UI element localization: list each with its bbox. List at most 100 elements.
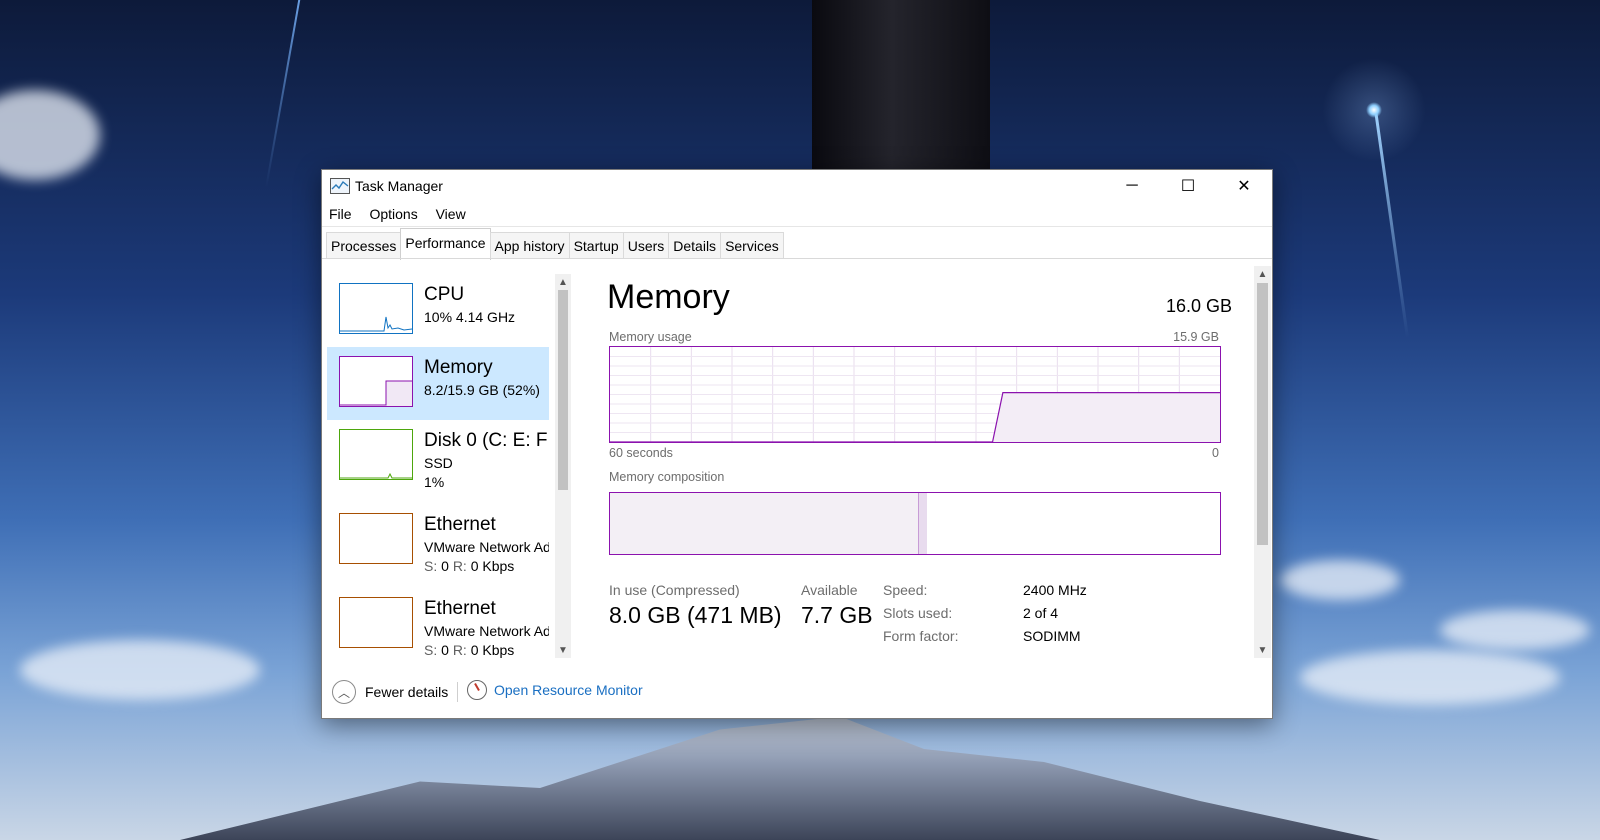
ethernet-mini-graph [339,597,413,648]
menu-bar: File Options View [322,202,1272,227]
close-button[interactable]: ✕ [1216,170,1272,202]
tab-performance[interactable]: Performance [400,228,491,260]
resource-list: CPU 10% 4.14 GHz Memory 8.2/15.9 GB (52%… [327,274,549,658]
form-factor-label: Form factor: [883,628,959,644]
resource-detail: 8.2/15.9 GB (52%) [424,382,540,398]
tab-divider [322,258,1272,259]
send-label: S: [424,558,438,574]
menu-file[interactable]: File [322,202,359,222]
memory-usage-max: 15.9 GB [1173,330,1219,344]
tab-users[interactable]: Users [622,232,670,259]
composition-standby[interactable] [927,493,1166,554]
disk-mini-graph [339,429,413,480]
resource-name: Disk 0 (C: E: F:) [424,430,549,451]
form-factor-value: SODIMM [1023,628,1081,644]
memory-composition-label: Memory composition [609,470,725,484]
resource-detail: 1% [424,474,445,490]
ethernet-mini-graph [339,513,413,564]
resource-detail: 10% 4.14 GHz [424,309,516,325]
memory-usage-area [610,392,1220,442]
slots-used-value: 2 of 4 [1023,605,1059,621]
tab-details[interactable]: Details [668,232,722,259]
resource-monitor-icon [467,680,487,700]
resource-name: Ethernet [424,598,496,619]
resource-list-scrollbar[interactable]: ▲ ▼ [555,274,571,658]
resource-throughput: S: 0 R: 0 Kbps [424,558,514,574]
memory-usage-label: Memory usage [609,330,692,344]
memory-usage-chart [609,346,1221,443]
wallpaper-cloud [1440,610,1590,650]
receive-value: 0 Kbps [470,642,515,658]
open-resource-monitor-link[interactable]: Open Resource Monitor [467,680,643,700]
memory-total: 16.0 GB [1165,296,1232,316]
tab-processes[interactable]: Processes [326,232,402,259]
memory-usage-graph [610,347,1220,442]
scroll-down-icon[interactable]: ▼ [555,642,571,658]
open-resource-monitor-label: Open Resource Monitor [494,682,643,698]
resource-name: Ethernet [424,514,496,535]
tab-startup[interactable]: Startup [568,232,624,259]
speed-label: Speed: [883,582,928,598]
in-use-label: In use (Compressed) [609,582,740,598]
tab-strip: Processes Performance App history Startu… [326,228,784,260]
title-bar[interactable]: Task Manager ─ ☐ ✕ [322,170,1272,202]
receive-value: 0 Kbps [470,558,515,574]
send-value: 0 [441,558,449,574]
wallpaper-cloud [20,640,260,700]
maximize-button[interactable]: ☐ [1160,170,1216,202]
fewer-details-button[interactable]: ︿ Fewer details [332,680,448,704]
available-label: Available [801,582,858,598]
cpu-mini-graph [339,283,413,334]
slots-used-label: Slots used: [883,605,953,621]
tab-app-history[interactable]: App history [489,232,570,259]
chevron-up-icon: ︿ [332,680,356,704]
fewer-details-label: Fewer details [365,684,449,700]
resource-name: CPU [424,284,465,305]
scrollbar-thumb[interactable] [1257,283,1268,545]
resource-detail: VMware Network Ad [424,539,549,555]
wallpaper-cloud [1280,560,1400,600]
memory-mini-graph [339,356,413,407]
resource-detail: VMware Network Ad [424,623,549,639]
task-manager-window: Task Manager ─ ☐ ✕ File Options View Pro… [321,169,1273,719]
resource-item-disk[interactable]: Disk 0 (C: E: F:) SSD 1% [327,420,549,493]
receive-label: R: [452,558,467,574]
scroll-up-icon[interactable]: ▲ [555,274,571,290]
memory-composition-bar[interactable] [609,492,1221,555]
footer-separator [457,682,458,702]
menu-options[interactable]: Options [362,202,424,222]
resource-detail: SSD [424,455,453,471]
task-manager-icon [330,178,350,194]
scroll-up-icon[interactable]: ▲ [1254,266,1271,282]
footer-bar: ︿ Fewer details Open Resource Monitor [322,658,1272,718]
in-use-value: 8.0 GB (471 MB) [609,602,782,628]
wallpaper-star [1366,102,1382,118]
resource-item-ethernet[interactable]: Ethernet VMware Network Ad S: 0 R: 0 Kbp… [327,504,549,577]
resource-item-cpu[interactable]: CPU 10% 4.14 GHz [327,274,549,347]
scroll-down-icon[interactable]: ▼ [1254,642,1271,658]
wallpaper-cloud [1300,650,1560,705]
detail-panel-scrollbar[interactable]: ▲ ▼ [1254,266,1271,658]
memory-detail-panel: Memory 16.0 GB Memory usage 15.9 GB 60 s… [607,274,1232,658]
time-axis-end: 0 [1212,446,1219,460]
wallpaper-cloud [0,90,100,180]
speed-value: 2400 MHz [1023,582,1087,598]
resource-throughput: S: 0 R: 0 Kbps [424,642,514,658]
minimize-button[interactable]: ─ [1104,170,1160,202]
send-value: 0 [441,642,449,658]
wallpaper-mountain [180,716,1380,840]
resource-item-ethernet[interactable]: Ethernet VMware Network Ad S: 0 R: 0 Kbp… [327,588,549,658]
send-label: S: [424,642,438,658]
window-title: Task Manager [355,178,443,194]
composition-free[interactable] [1165,493,1220,554]
composition-in-use[interactable] [610,493,918,554]
scrollbar-thumb[interactable] [558,290,568,490]
wallpaper-beam [265,0,302,188]
resource-item-memory[interactable]: Memory 8.2/15.9 GB (52%) [327,347,549,420]
menu-view[interactable]: View [429,202,473,222]
receive-label: R: [452,642,467,658]
wallpaper-tower [812,0,990,175]
available-value: 7.7 GB [801,602,873,628]
tab-services[interactable]: Services [720,232,784,259]
resource-name: Memory [424,357,493,378]
